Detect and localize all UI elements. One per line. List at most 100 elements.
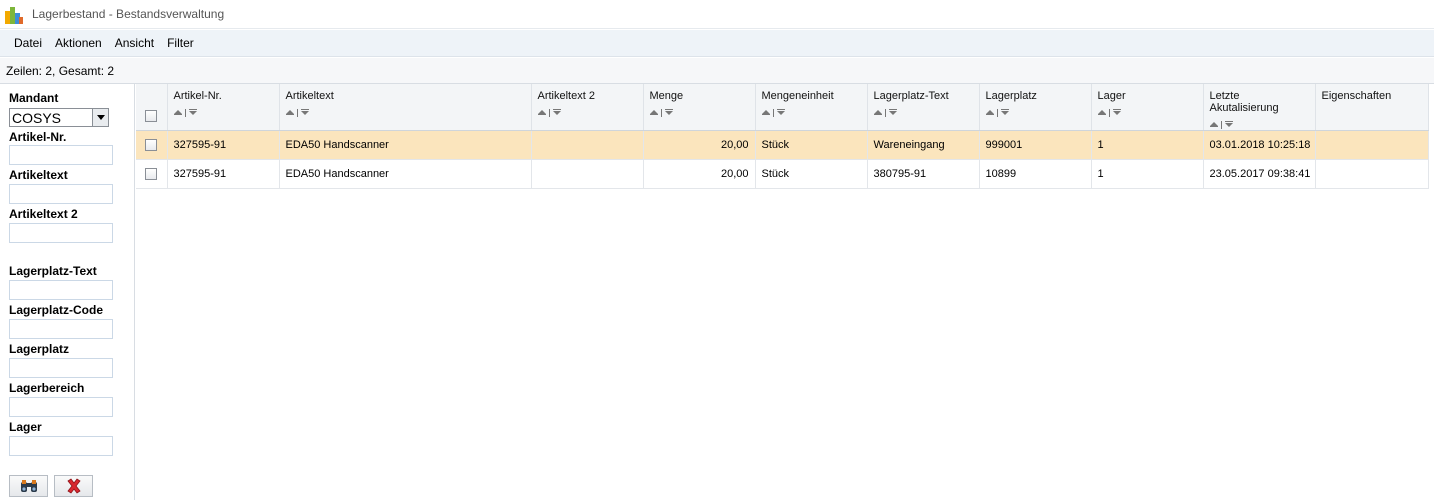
sort-descending-icon[interactable] xyxy=(776,109,785,115)
sort-descending-icon[interactable] xyxy=(1112,109,1121,115)
sort-descending-icon[interactable] xyxy=(1000,109,1009,115)
sort-descending-icon[interactable] xyxy=(300,109,309,115)
sort-descending-icon[interactable] xyxy=(188,109,197,115)
sort-descending-icon[interactable] xyxy=(552,109,561,115)
artikeltext-input[interactable] xyxy=(9,184,113,204)
cell-artikeltext-2 xyxy=(531,130,644,160)
sort-ascending-icon[interactable] xyxy=(1209,122,1218,127)
grid-header-row: Artikel-Nr. Artikeltext Artikeltext 2 Me… xyxy=(136,84,1429,131)
menu-aktionen[interactable]: Aktionen xyxy=(53,34,104,52)
mandant-select[interactable]: COSYS xyxy=(9,108,109,127)
window-title: Lagerbestand - Bestandsverwaltung xyxy=(32,7,225,21)
column-title: Mengeneinheit xyxy=(761,90,834,102)
column-title: Lagerplatz xyxy=(985,90,1037,102)
sort-ascending-icon[interactable] xyxy=(537,110,546,115)
menu-filter[interactable]: Filter xyxy=(165,34,196,52)
column-title: Letzte Akutalisierung xyxy=(1209,90,1279,114)
lagerplatz-input[interactable] xyxy=(9,358,113,378)
sort-ascending-icon[interactable] xyxy=(761,110,770,115)
lagerbereich-input[interactable] xyxy=(9,397,113,417)
artikeltext-label: Artikeltext xyxy=(9,168,68,182)
select-all-checkbox[interactable] xyxy=(145,110,158,122)
inventory-grid: Artikel-Nr. Artikeltext Artikeltext 2 Me… xyxy=(136,84,1429,189)
cell-artikeltext: EDA50 Handscanner xyxy=(279,130,532,160)
search-button[interactable] xyxy=(9,475,48,497)
mandant-label: Mandant xyxy=(9,91,59,105)
cell-lagerplatz-text: Wareneingang xyxy=(867,130,980,160)
sort-descending-icon[interactable] xyxy=(664,109,673,115)
row-checkbox[interactable] xyxy=(145,139,158,152)
lager-input[interactable] xyxy=(9,436,113,456)
column-header-letzte-aktualisierung[interactable]: Letzte Akutalisierung xyxy=(1203,84,1316,131)
app-logo-icon xyxy=(5,5,24,24)
column-title: Lagerplatz-Text xyxy=(873,90,949,102)
column-header-eigenschaften[interactable]: Eigenschaften xyxy=(1315,84,1429,131)
sort-controls xyxy=(1097,108,1197,118)
sort-ascending-icon[interactable] xyxy=(649,110,658,115)
row-select-cell xyxy=(136,159,168,189)
lagerplatz-label: Lagerplatz xyxy=(9,342,70,356)
sort-ascending-icon[interactable] xyxy=(985,110,994,115)
column-header-artikeltext[interactable]: Artikeltext xyxy=(279,84,532,131)
column-header-artikel-nr[interactable]: Artikel-Nr. xyxy=(167,84,280,131)
clear-filter-button[interactable] xyxy=(54,475,93,497)
column-header-mengeneinheit[interactable]: Mengeneinheit xyxy=(755,84,868,131)
sort-controls xyxy=(1209,120,1309,130)
sort-controls xyxy=(537,108,637,118)
lager-label: Lager xyxy=(9,420,42,434)
cell-mengeneinheit: Stück xyxy=(755,130,868,160)
menu-bar: Datei Aktionen Ansicht Filter xyxy=(0,30,1434,57)
artikel-nr-label: Artikel-Nr. xyxy=(9,130,67,144)
cell-mengeneinheit: Stück xyxy=(755,159,868,189)
row-count-status: Zeilen: 2, Gesamt: 2 xyxy=(0,58,1434,84)
cell-artikeltext: EDA50 Handscanner xyxy=(279,159,532,189)
sort-descending-icon[interactable] xyxy=(1224,121,1233,127)
column-title: Artikel-Nr. xyxy=(173,90,222,102)
sort-ascending-icon[interactable] xyxy=(1097,110,1106,115)
cell-lager: 1 xyxy=(1091,130,1204,160)
artikel-nr-input[interactable] xyxy=(9,145,113,165)
table-row[interactable]: 327595-91 EDA50 Handscanner 20,00 Stück … xyxy=(136,159,1429,189)
sort-ascending-icon[interactable] xyxy=(873,110,882,115)
cell-artikel-nr: 327595-91 xyxy=(167,130,280,160)
column-header-lagerplatz[interactable]: Lagerplatz xyxy=(979,84,1092,131)
row-count-text: Zeilen: 2, Gesamt: 2 xyxy=(6,63,115,78)
red-x-icon xyxy=(66,478,81,494)
sort-descending-icon[interactable] xyxy=(888,109,897,115)
artikeltext2-label: Artikeltext 2 xyxy=(9,207,78,221)
cell-lagerplatz: 10899 xyxy=(979,159,1092,189)
column-header-lager[interactable]: Lager xyxy=(1091,84,1204,131)
sort-controls xyxy=(985,108,1085,118)
sort-controls xyxy=(285,108,525,118)
lagerplatz-code-input[interactable] xyxy=(9,319,113,339)
cell-artikeltext-2 xyxy=(531,159,644,189)
row-checkbox[interactable] xyxy=(145,168,158,181)
cell-lagerplatz: 999001 xyxy=(979,130,1092,160)
table-row[interactable]: 327595-91 EDA50 Handscanner 20,00 Stück … xyxy=(136,130,1429,160)
column-title: Lager xyxy=(1097,90,1126,102)
column-header-artikeltext-2[interactable]: Artikeltext 2 xyxy=(531,84,644,131)
cell-artikel-nr: 327595-91 xyxy=(167,159,280,189)
chevron-down-icon[interactable] xyxy=(92,109,108,126)
artikeltext2-input[interactable] xyxy=(9,223,113,243)
sort-ascending-icon[interactable] xyxy=(285,110,294,115)
cell-menge: 20,00 xyxy=(643,159,756,189)
cell-eigenschaften xyxy=(1315,159,1429,189)
sort-controls xyxy=(761,108,861,118)
lagerbereich-label: Lagerbereich xyxy=(9,381,85,395)
column-title: Artikeltext 2 xyxy=(537,90,595,102)
cell-eigenschaften xyxy=(1315,130,1429,160)
lagerplatz-code-label: Lagerplatz-Code xyxy=(9,303,104,317)
menu-ansicht[interactable]: Ansicht xyxy=(113,34,156,52)
sort-ascending-icon[interactable] xyxy=(173,110,182,115)
column-header-lagerplatz-text[interactable]: Lagerplatz-Text xyxy=(867,84,980,131)
column-header-menge[interactable]: Menge xyxy=(643,84,756,131)
cell-menge: 20,00 xyxy=(643,130,756,160)
select-all-cell xyxy=(136,84,168,131)
menu-datei[interactable]: Datei xyxy=(12,34,44,52)
cell-letzte-aktualisierung: 23.05.2017 09:38:41 xyxy=(1203,159,1316,189)
lagerplatz-text-input[interactable] xyxy=(9,280,113,300)
cell-lager: 1 xyxy=(1091,159,1204,189)
cell-lagerplatz-text: 380795-91 xyxy=(867,159,980,189)
mandant-selected-value: COSYS xyxy=(12,109,62,126)
